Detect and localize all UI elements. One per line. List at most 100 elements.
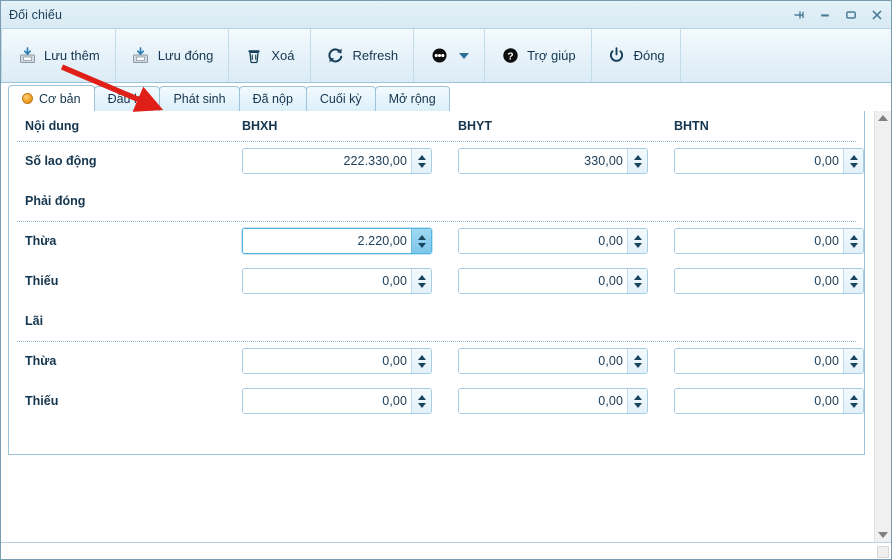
spinner-buttons[interactable]: [411, 229, 431, 253]
spinner-up-arrow-icon[interactable]: [417, 354, 426, 360]
spinner-down-arrow-icon[interactable]: [849, 162, 858, 168]
spinner-buttons[interactable]: [627, 349, 647, 373]
chevron-down-icon[interactable]: [459, 52, 470, 59]
spinner-up-arrow-icon[interactable]: [849, 354, 858, 360]
numeric-spinner[interactable]: 0,00: [674, 268, 864, 294]
tab-da-nop[interactable]: Đã nộp: [238, 86, 307, 111]
spinner-down-arrow-icon[interactable]: [633, 242, 642, 248]
spinner-down-arrow-icon[interactable]: [417, 282, 426, 288]
tab-dau-ky[interactable]: Đầu kỳ: [93, 86, 161, 111]
title-bar: Đối chiếu: [1, 1, 891, 29]
spinner-up-arrow-icon[interactable]: [633, 394, 642, 400]
maximize-icon[interactable]: [843, 7, 859, 23]
spinner-buttons[interactable]: [627, 149, 647, 173]
close-icon[interactable]: [869, 7, 885, 23]
spinner-input[interactable]: 0,00: [675, 389, 843, 413]
numeric-spinner[interactable]: 2.220,00: [242, 228, 432, 254]
spinner-down-arrow-icon[interactable]: [417, 362, 426, 368]
spinner-up-arrow-icon[interactable]: [849, 274, 858, 280]
spinner-up-arrow-icon[interactable]: [849, 234, 858, 240]
spinner-down-arrow-icon[interactable]: [417, 242, 426, 248]
spinner-input[interactable]: 2.220,00: [243, 229, 411, 253]
spinner-input[interactable]: 0,00: [459, 389, 627, 413]
tab-mo-rong[interactable]: Mở rộng: [374, 86, 450, 111]
spinner-input[interactable]: 0,00: [459, 269, 627, 293]
refresh-button[interactable]: Refresh: [311, 29, 415, 82]
pin-icon[interactable]: [791, 7, 807, 23]
row-label: Phải đóng: [25, 194, 86, 208]
tab-phat-sinh[interactable]: Phát sinh: [159, 86, 240, 111]
spinner-up-arrow-icon[interactable]: [849, 394, 858, 400]
spinner-up-arrow-icon[interactable]: [417, 234, 426, 240]
numeric-spinner[interactable]: 0,00: [458, 388, 648, 414]
spinner-buttons[interactable]: [843, 149, 863, 173]
spinner-down-arrow-icon[interactable]: [849, 362, 858, 368]
help-button[interactable]: ? Trợ giúp: [485, 29, 592, 82]
minimize-icon[interactable]: [817, 7, 833, 23]
tab-co-ban[interactable]: Cơ bản: [8, 85, 95, 111]
spinner-buttons[interactable]: [411, 269, 431, 293]
delete-button[interactable]: Xoá: [229, 29, 311, 82]
numeric-spinner[interactable]: 0,00: [242, 348, 432, 374]
scroll-down-arrow-icon[interactable]: [878, 532, 888, 538]
tab-cuoi-ky[interactable]: Cuối kỳ: [305, 86, 376, 111]
spinner-buttons[interactable]: [627, 389, 647, 413]
spinner-input[interactable]: 0,00: [243, 349, 411, 373]
vertical-scrollbar[interactable]: [874, 111, 891, 542]
spinner-down-arrow-icon[interactable]: [849, 242, 858, 248]
close-button[interactable]: Đóng: [592, 29, 681, 82]
spinner-up-arrow-icon[interactable]: [633, 274, 642, 280]
numeric-spinner[interactable]: 0,00: [458, 268, 648, 294]
spinner-input[interactable]: 222.330,00: [243, 149, 411, 173]
spinner-input[interactable]: 0,00: [459, 229, 627, 253]
spinner-down-arrow-icon[interactable]: [849, 282, 858, 288]
spinner-up-arrow-icon[interactable]: [633, 234, 642, 240]
numeric-spinner[interactable]: 0,00: [458, 228, 648, 254]
spinner-up-arrow-icon[interactable]: [417, 274, 426, 280]
spinner-input[interactable]: 0,00: [243, 269, 411, 293]
spinner-input[interactable]: 0,00: [675, 269, 843, 293]
save-close-button[interactable]: Lưu đóng: [116, 29, 230, 82]
spinner-buttons[interactable]: [843, 389, 863, 413]
more-options-button[interactable]: [414, 29, 486, 82]
spinner-down-arrow-icon[interactable]: [633, 402, 642, 408]
spinner-buttons[interactable]: [843, 349, 863, 373]
spinner-buttons[interactable]: [411, 149, 431, 173]
spinner-input[interactable]: 0,00: [675, 349, 843, 373]
spinner-buttons[interactable]: [843, 269, 863, 293]
spinner-down-arrow-icon[interactable]: [417, 162, 426, 168]
spinner-up-arrow-icon[interactable]: [417, 394, 426, 400]
numeric-spinner[interactable]: 0,00: [674, 228, 864, 254]
spinner-up-arrow-icon[interactable]: [417, 154, 426, 160]
spinner-down-arrow-icon[interactable]: [417, 402, 426, 408]
spinner-buttons[interactable]: [843, 229, 863, 253]
numeric-spinner[interactable]: 222.330,00: [242, 148, 432, 174]
spinner-buttons[interactable]: [627, 229, 647, 253]
numeric-spinner[interactable]: 0,00: [674, 348, 864, 374]
spinner-buttons[interactable]: [627, 269, 647, 293]
resize-grip[interactable]: [877, 546, 889, 558]
spinner-buttons[interactable]: [411, 349, 431, 373]
spinner-input[interactable]: 0,00: [243, 389, 411, 413]
spinner-input[interactable]: 0,00: [675, 229, 843, 253]
numeric-spinner[interactable]: 0,00: [242, 388, 432, 414]
spinner-up-arrow-icon[interactable]: [849, 154, 858, 160]
spinner-buttons[interactable]: [411, 389, 431, 413]
numeric-spinner[interactable]: 0,00: [674, 388, 864, 414]
spinner-up-arrow-icon[interactable]: [633, 154, 642, 160]
numeric-spinner[interactable]: 330,00: [458, 148, 648, 174]
spinner-down-arrow-icon[interactable]: [633, 282, 642, 288]
numeric-spinner[interactable]: 0,00: [458, 348, 648, 374]
spinner-input[interactable]: 0,00: [459, 349, 627, 373]
save-add-button[interactable]: Lưu thêm: [1, 29, 116, 82]
field-cell: 0,00: [674, 348, 890, 374]
numeric-spinner[interactable]: 0,00: [674, 148, 864, 174]
spinner-down-arrow-icon[interactable]: [633, 362, 642, 368]
spinner-input[interactable]: 0,00: [675, 149, 843, 173]
spinner-input[interactable]: 330,00: [459, 149, 627, 173]
field-cell: 0,00: [674, 388, 890, 414]
spinner-down-arrow-icon[interactable]: [849, 402, 858, 408]
spinner-up-arrow-icon[interactable]: [633, 354, 642, 360]
numeric-spinner[interactable]: 0,00: [242, 268, 432, 294]
spinner-down-arrow-icon[interactable]: [633, 162, 642, 168]
